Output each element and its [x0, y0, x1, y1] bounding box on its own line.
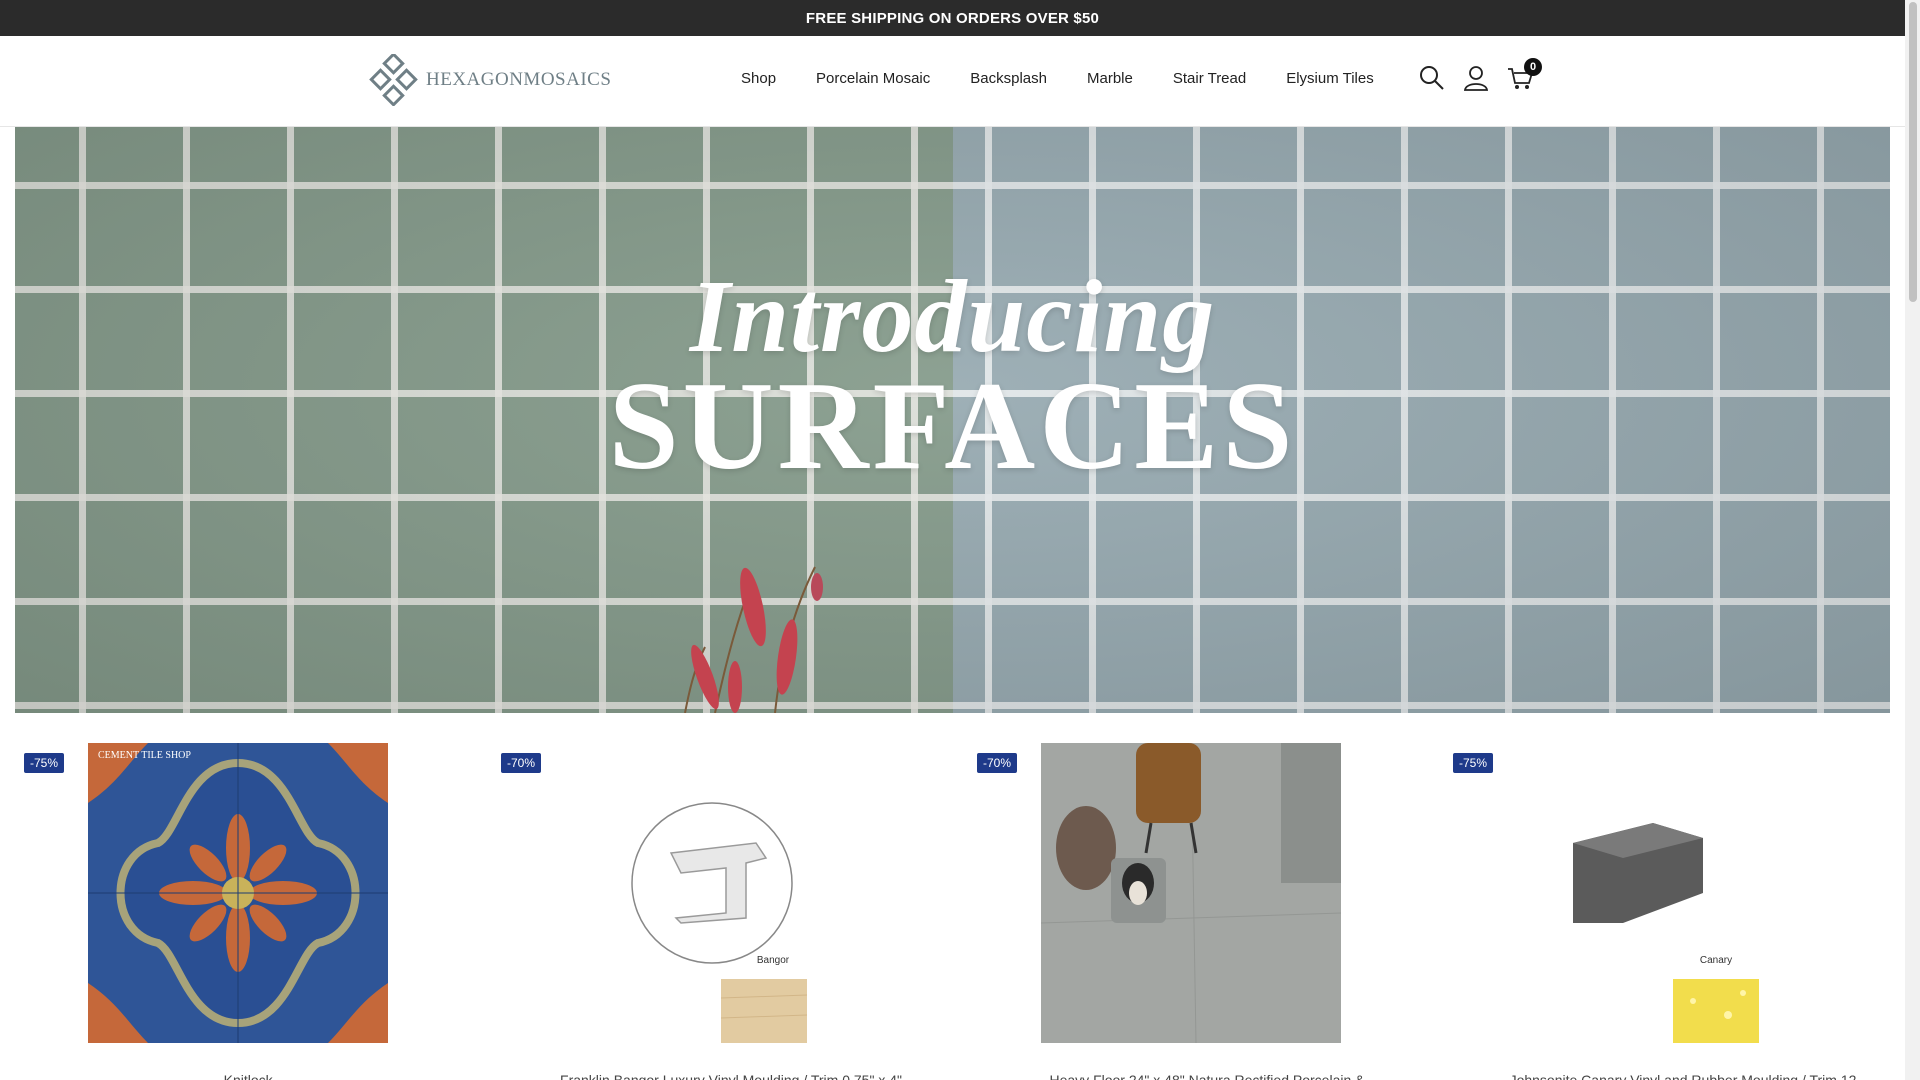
discount-badge: -75% — [24, 753, 65, 773]
nav-shop[interactable]: Shop — [741, 70, 796, 87]
product-grid: -75% CEMENT TILE SHOP Knitlock... -70% B… — [0, 740, 1905, 1080]
product-card[interactable]: -70% Heavy Floor 24" x 48" Natura Rectif… — [977, 740, 1437, 1080]
announcement-text: FREE SHIPPING ON ORDERS OVER $50 — [805, 9, 1100, 27]
logo-mark-icon — [369, 54, 418, 106]
nav-porcelain-mosaic[interactable]: Porcelain Mosaic — [796, 70, 950, 87]
product-title[interactable]: Franklin Bangor Luxury Vinyl Moulding / … — [501, 1072, 961, 1080]
cart-icon[interactable]: 0 — [1506, 58, 1542, 92]
site-header: HEXAGONMOSAICS Shop Porcelain Mosaic Bac… — [0, 36, 1905, 127]
discount-badge: -75% — [1453, 753, 1494, 773]
logo[interactable]: HEXAGONMOSAICS — [368, 54, 611, 106]
hero-line-surfaces: SURFACES — [608, 357, 1297, 496]
nav-elysium-tiles[interactable]: Elysium Tiles — [1266, 70, 1394, 87]
image-caption: CEMENT TILE SHOP — [98, 750, 191, 761]
header-actions: 0 — [1418, 58, 1542, 92]
nav-stair-tread[interactable]: Stair Tread — [1153, 70, 1266, 87]
logo-text: HEXAGONMOSAICS — [426, 69, 612, 90]
hero-line-introducing: Introducing — [689, 259, 1216, 374]
announcement-bar: FREE SHIPPING ON ORDERS OVER $50 — [0, 0, 1905, 36]
product-title[interactable]: Johnsonite Canary Vinyl and Rubber Mould… — [1453, 1072, 1913, 1080]
swatch-label: Canary — [1699, 955, 1733, 966]
nav-backsplash[interactable]: Backsplash — [950, 70, 1067, 87]
product-image[interactable] — [1533, 743, 1833, 1043]
scrollbar-thumb[interactable] — [1909, 2, 1917, 302]
product-title[interactable]: Heavy Floor 24" x 48" Natura Rectified P… — [977, 1072, 1437, 1080]
hero-banner[interactable]: Introducing SURFACES — [15, 127, 1890, 713]
discount-badge: -70% — [501, 753, 542, 773]
product-image[interactable] — [1041, 743, 1341, 1043]
product-title[interactable]: Knitlock... — [24, 1072, 484, 1080]
hero-plant-image — [684, 566, 823, 713]
cart-count-badge: 0 — [1524, 58, 1542, 76]
hero-headline: Introducing SURFACES — [15, 259, 1890, 496]
product-card[interactable]: -75% CEMENT TILE SHOP Knitlock... — [24, 740, 484, 1080]
swatch-label: Bangor — [756, 955, 790, 966]
product-card[interactable]: -70% Bangor Franklin Bangor Luxury Vinyl… — [501, 740, 961, 1080]
nav-marble[interactable]: Marble — [1067, 70, 1153, 87]
product-image[interactable] — [88, 743, 388, 1043]
main-nav: Shop Porcelain Mosaic Backsplash Marble … — [741, 70, 1394, 87]
product-card[interactable]: -75% Canary Johnsonite Canary Vinyl and … — [1453, 740, 1913, 1080]
discount-badge: -70% — [977, 753, 1018, 773]
account-icon[interactable] — [1462, 64, 1490, 92]
search-icon[interactable] — [1418, 64, 1446, 92]
product-image[interactable] — [581, 743, 881, 1043]
